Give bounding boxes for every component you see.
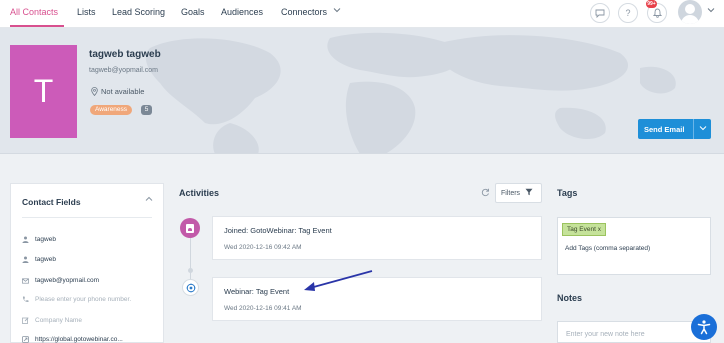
refresh-icon[interactable] [481,188,490,199]
field-last-name[interactable]: tagweb [22,256,56,263]
activity-card[interactable]: Joined: GotoWebinar: Tag Event Wed 2020-… [212,216,542,260]
webinar-joined-icon [180,218,200,238]
field-email[interactable]: tagweb@yopmail.com [22,277,99,284]
filters-button[interactable]: Filters [495,183,542,203]
notes-input[interactable]: Enter your new note here [557,321,711,343]
gotowebinar-icon [182,279,199,296]
tab-goals[interactable]: Goals [181,7,205,17]
field-first-name[interactable]: tagweb [22,236,56,243]
activity-date: Wed 2020-12-16 09:41 AM [224,305,302,312]
lifecycle-stage-badge: Awareness [90,105,133,115]
send-email-label: Send Email [644,124,685,134]
phone-icon [22,296,29,303]
collapse-caret-icon[interactable] [145,195,153,205]
user-avatar[interactable] [678,0,702,24]
notification-badge: 99+ [646,0,657,8]
contact-header: T tagweb tagweb tagweb@yopmail.com Not a… [0,28,724,154]
timeline-dot [188,268,193,273]
active-tab-underline [10,25,64,27]
tab-lists[interactable]: Lists [77,7,96,17]
account-chevron-down-icon[interactable] [707,6,715,16]
tab-lead-scoring[interactable]: Lead Scoring [112,7,165,17]
contact-email: tagweb@yopmail.com [89,67,158,74]
envelope-icon [22,277,29,284]
remove-tag-icon[interactable]: x [598,227,601,233]
field-phone[interactable]: Please enter your phone number. [22,296,131,303]
contact-name: tagweb tagweb [89,49,161,60]
location-pin-icon [91,87,98,96]
tab-connectors[interactable]: Connectors [281,7,327,17]
activity-date: Wed 2020-12-16 09:42 AM [224,244,302,251]
tag-chip[interactable]: Tag Event x [562,223,606,236]
location-text: Not available [101,87,145,96]
tags-input[interactable]: Tag Event x Add Tags (comma separated) [557,217,711,275]
edit-icon [22,317,29,324]
person-icon [22,236,29,243]
person-icon [22,256,29,263]
link-icon [22,336,29,343]
notes-placeholder: Enter your new note here [566,331,645,338]
timeline-line [190,238,191,282]
annotation-arrow [304,270,373,291]
send-email-button[interactable]: Send Email [638,119,711,139]
activity-title: Joined: GotoWebinar: Tag Event [224,226,332,235]
notes-title: Notes [557,293,583,303]
location-row: Not available [91,87,144,96]
contact-fields-title: Contact Fields [22,197,81,207]
field-company[interactable]: Company Name [22,317,82,324]
tab-all-contacts[interactable]: All Contacts [10,7,58,17]
filters-label: Filters [501,189,521,197]
help-icon[interactable]: ? [618,3,638,23]
accessibility-icon[interactable] [691,314,717,340]
field-website[interactable]: https://global.gotowebinar.co... [22,336,123,343]
send-email-dropdown-icon[interactable] [694,124,711,134]
tags-title: Tags [557,188,578,198]
lead-score-badge: 5 [141,105,152,115]
connectors-chevron-down-icon[interactable] [333,6,341,16]
chat-icon[interactable] [590,3,610,23]
activities-title: Activities [179,188,220,198]
contact-fields-panel: Contact Fields tagweb tagweb tagweb@yopm… [10,183,164,343]
tab-audiences[interactable]: Audiences [221,7,263,17]
top-nav: All Contacts Lists Lead Scoring Goals Au… [0,0,724,28]
filter-funnel-icon [525,188,533,198]
tags-hint: Add Tags (comma separated) [565,245,651,252]
contact-avatar: T [10,45,77,138]
activity-title: Webinar: Tag Event [224,287,290,296]
